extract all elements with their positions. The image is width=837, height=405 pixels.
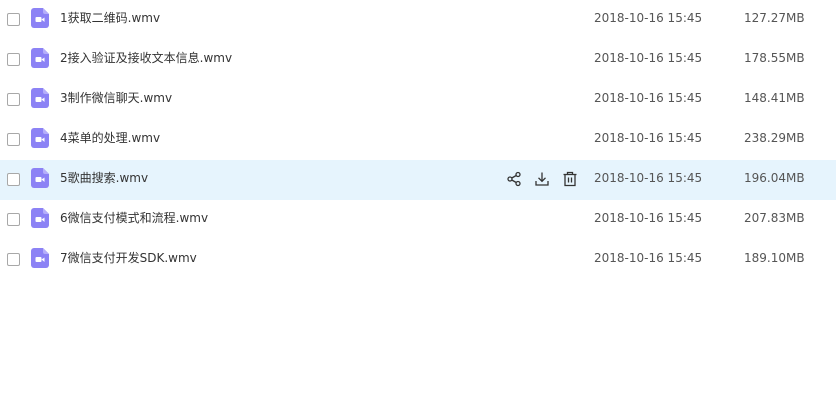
- video-file-icon: [31, 8, 49, 28]
- video-file-icon: [31, 48, 49, 68]
- row-checkbox[interactable]: [7, 13, 20, 26]
- file-size: 127.27MB: [744, 11, 805, 25]
- video-file-icon: [31, 168, 49, 188]
- file-date: 2018-10-16 15:45: [594, 251, 703, 265]
- file-date: 2018-10-16 15:45: [594, 11, 703, 25]
- file-name[interactable]: 4菜单的处理.wmv: [60, 120, 160, 156]
- file-size: 196.04MB: [744, 171, 805, 185]
- delete-button[interactable]: [561, 170, 579, 188]
- share-button[interactable]: [505, 170, 523, 188]
- file-size: 238.29MB: [744, 131, 805, 145]
- file-row[interactable]: 1获取二维码.wmv 2018-10-16 15:45 127.27MB: [0, 0, 836, 40]
- download-button[interactable]: [533, 170, 551, 188]
- file-size: 178.55MB: [744, 51, 805, 65]
- file-name[interactable]: 7微信支付开发SDK.wmv: [60, 240, 197, 276]
- download-icon: [535, 172, 549, 186]
- row-actions: [505, 170, 579, 188]
- file-list: 1获取二维码.wmv 2018-10-16 15:45 127.27MB 2接入…: [0, 0, 836, 280]
- video-file-icon: [31, 88, 49, 108]
- row-checkbox[interactable]: [7, 213, 20, 226]
- file-date: 2018-10-16 15:45: [594, 211, 703, 225]
- row-checkbox[interactable]: [7, 93, 20, 106]
- file-row[interactable]: 2接入验证及接收文本信息.wmv 2018-10-16 15:45 178.55…: [0, 40, 836, 80]
- file-name[interactable]: 3制作微信聊天.wmv: [60, 80, 172, 116]
- trash-icon: [563, 171, 577, 187]
- row-checkbox[interactable]: [7, 133, 20, 146]
- share-icon: [507, 171, 521, 187]
- video-file-icon: [31, 248, 49, 268]
- file-row[interactable]: 3制作微信聊天.wmv 2018-10-16 15:45 148.41MB: [0, 80, 836, 120]
- file-name[interactable]: 2接入验证及接收文本信息.wmv: [60, 40, 232, 76]
- file-row-hovered[interactable]: 5歌曲搜索.wmv 2018-10-16 15:45 196.04MB: [0, 160, 836, 200]
- file-size: 148.41MB: [744, 91, 805, 105]
- file-date: 2018-10-16 15:45: [594, 51, 703, 65]
- row-checkbox[interactable]: [7, 253, 20, 266]
- file-name[interactable]: 1获取二维码.wmv: [60, 0, 160, 36]
- file-row[interactable]: 4菜单的处理.wmv 2018-10-16 15:45 238.29MB: [0, 120, 836, 160]
- video-file-icon: [31, 208, 49, 228]
- file-date: 2018-10-16 15:45: [594, 171, 703, 185]
- file-date: 2018-10-16 15:45: [594, 131, 703, 145]
- file-name[interactable]: 6微信支付模式和流程.wmv: [60, 200, 208, 236]
- video-file-icon: [31, 128, 49, 148]
- file-row[interactable]: 6微信支付模式和流程.wmv 2018-10-16 15:45 207.83MB: [0, 200, 836, 240]
- row-checkbox[interactable]: [7, 53, 20, 66]
- file-size: 189.10MB: [744, 251, 805, 265]
- row-checkbox[interactable]: [7, 173, 20, 186]
- file-row[interactable]: 7微信支付开发SDK.wmv 2018-10-16 15:45 189.10MB: [0, 240, 836, 280]
- file-date: 2018-10-16 15:45: [594, 91, 703, 105]
- file-name[interactable]: 5歌曲搜索.wmv: [60, 160, 148, 196]
- file-size: 207.83MB: [744, 211, 805, 225]
